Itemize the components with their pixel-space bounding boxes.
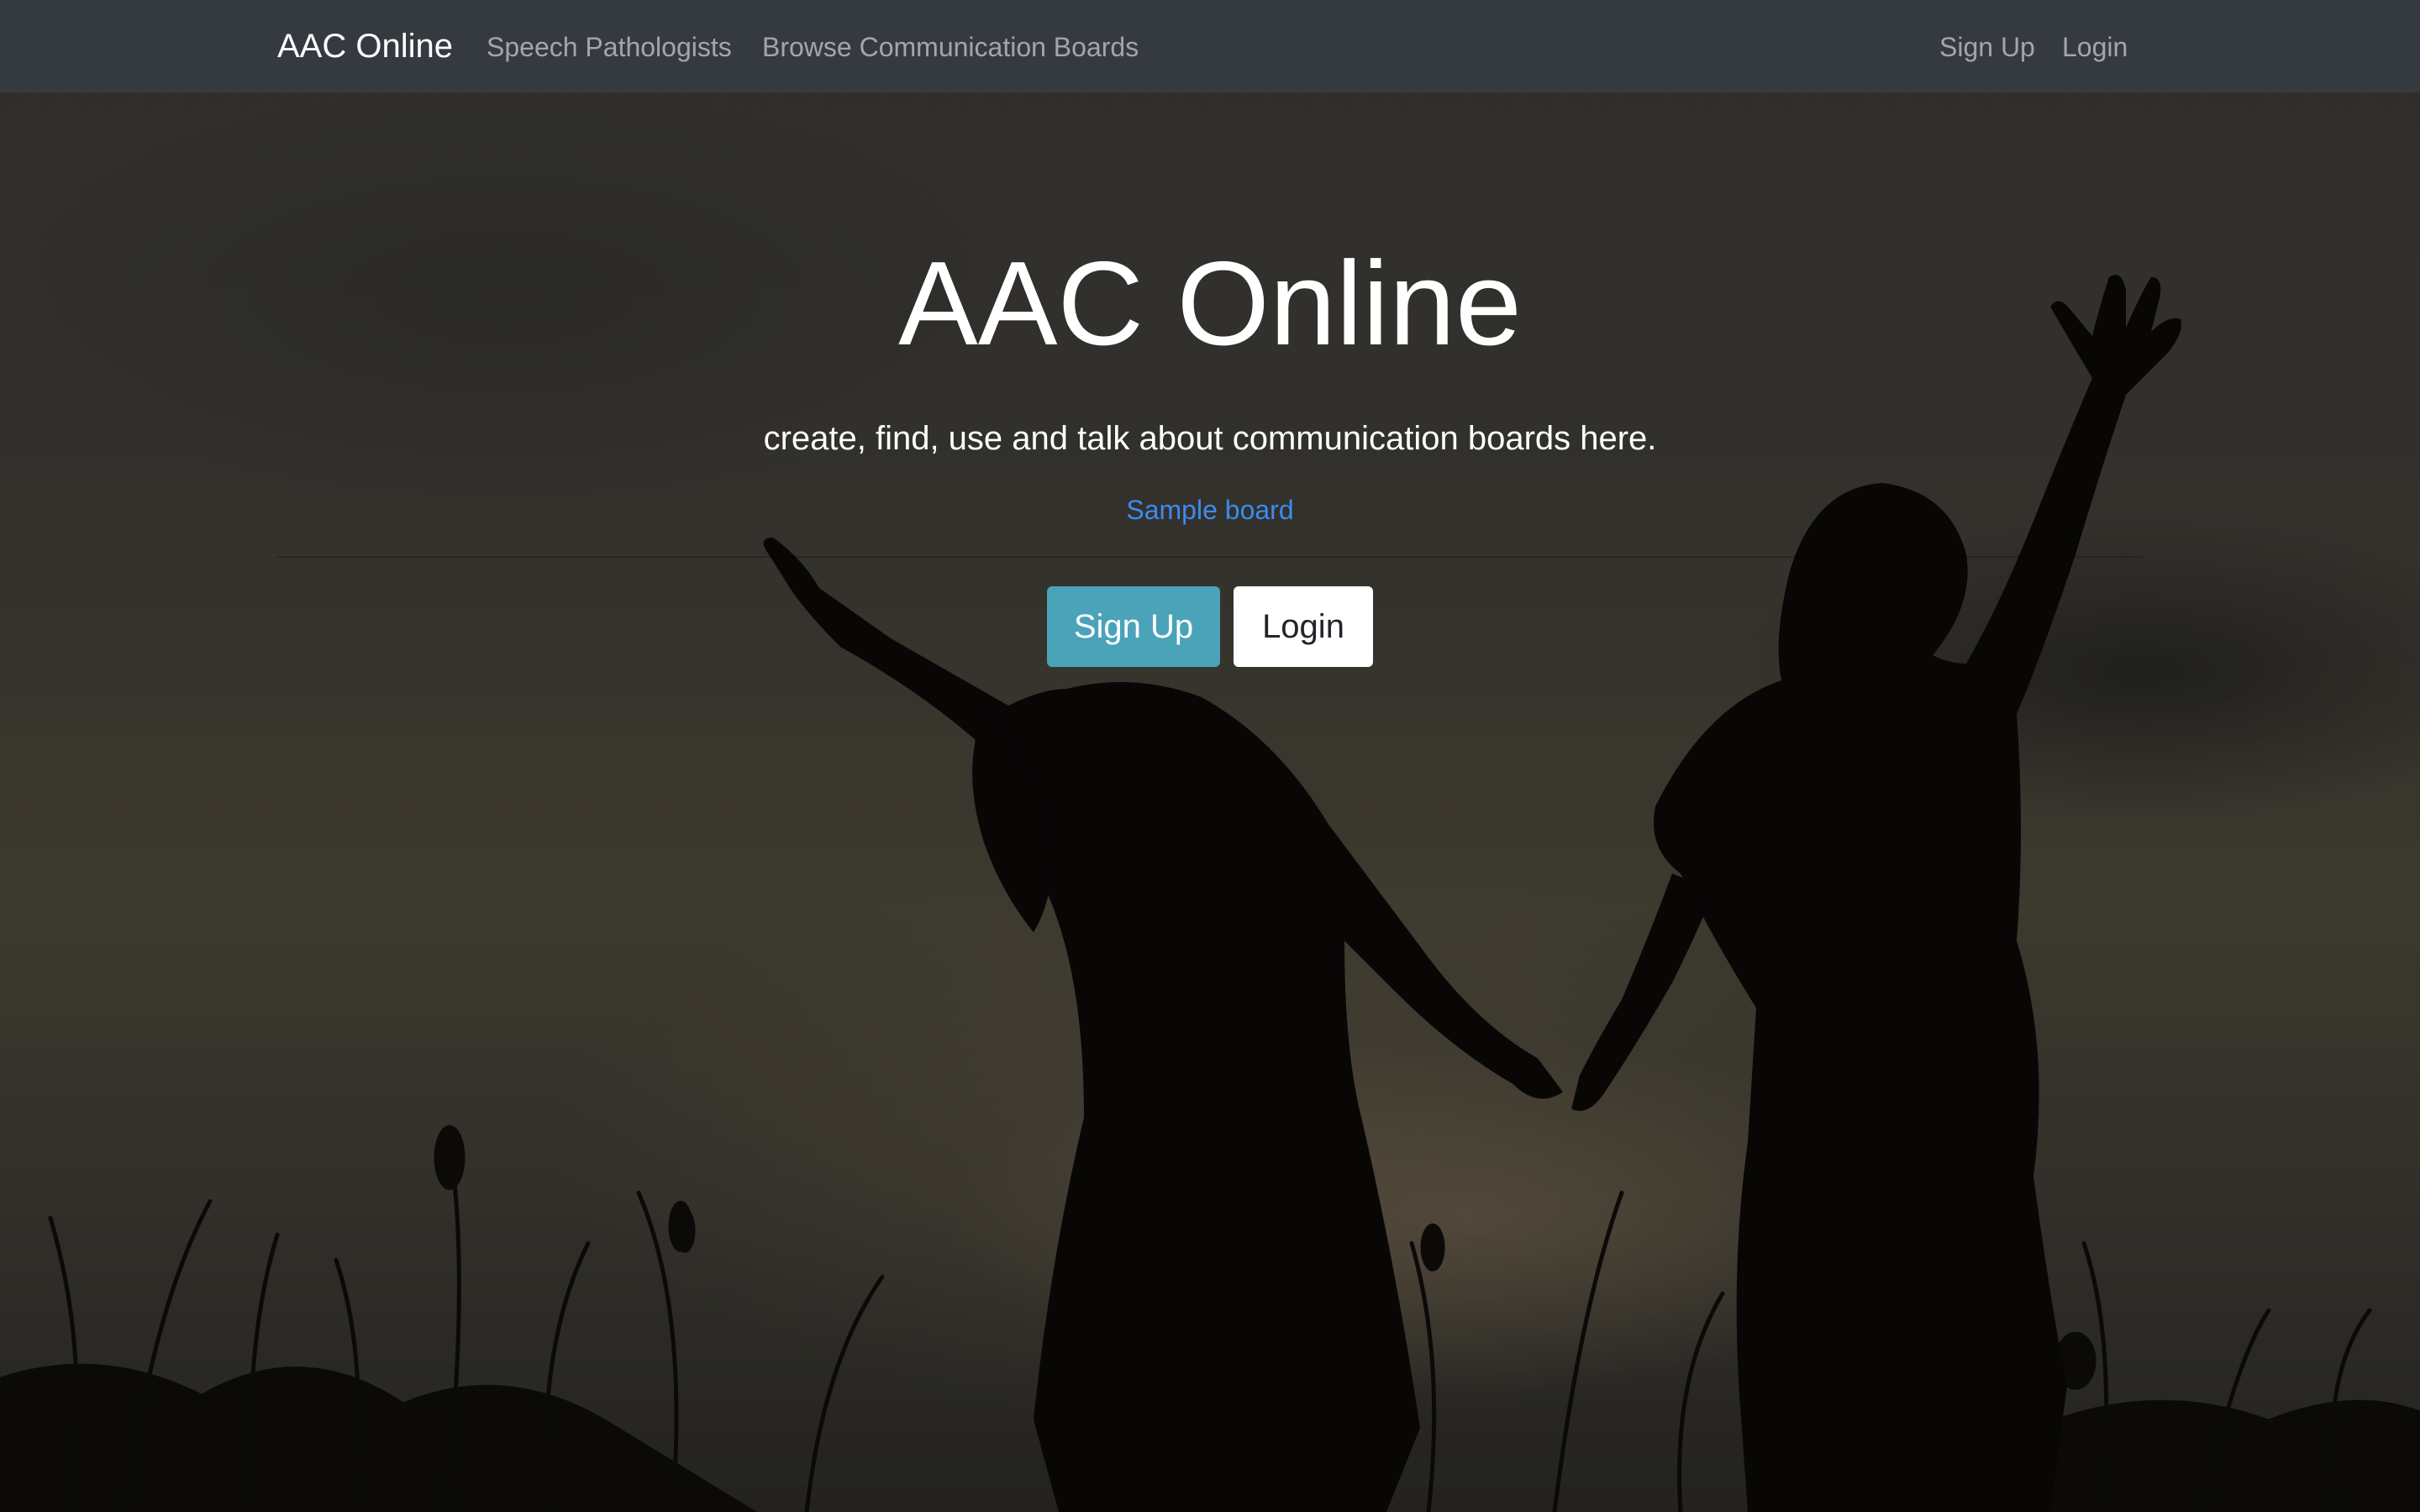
nav-link-speech-pathologists[interactable]: Speech Pathologists	[487, 29, 732, 66]
hero-divider	[277, 556, 2143, 558]
navbar-brand[interactable]: AAC Online	[277, 25, 453, 67]
hero-lead-text: create, find, use and talk about communi…	[763, 420, 1657, 457]
hero-sign-up-button[interactable]: Sign Up	[1047, 586, 1220, 667]
nav-link-login[interactable]: Login	[2062, 29, 2128, 66]
nav-link-browse-communication-boards[interactable]: Browse Communication Boards	[762, 29, 1139, 66]
sample-board-container: Sample board	[0, 491, 2420, 528]
hero-login-button[interactable]: Login	[1234, 586, 1373, 667]
hero-jumbotron: AAC Online create, find, use and talk ab…	[0, 0, 2420, 1512]
hero-title: AAC Online	[898, 237, 1522, 370]
nav-link-sign-up[interactable]: Sign Up	[1939, 29, 2035, 66]
sample-board-link[interactable]: Sample board	[1126, 495, 1293, 525]
top-navbar: AAC Online Speech Pathologists Browse Co…	[0, 0, 2420, 92]
